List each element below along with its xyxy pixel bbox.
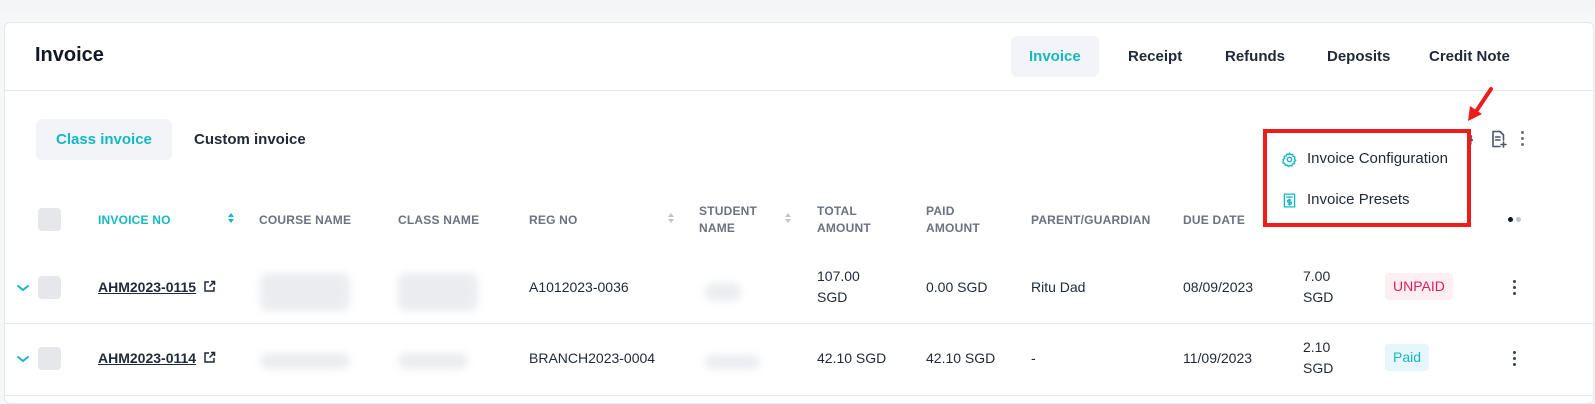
paid-amount-cell: 0.00 SGD	[926, 279, 988, 295]
balance-cell: 2.10 SGD	[1303, 339, 1334, 376]
due-date-cell: 08/09/2023	[1183, 279, 1254, 295]
row-actions-icon[interactable]	[1513, 280, 1517, 296]
column-due-date: DUE DATE	[1183, 213, 1246, 227]
balance-cell: 7.00 SGD	[1303, 268, 1334, 305]
sort-icon[interactable]	[667, 212, 675, 224]
student-name-redacted	[705, 283, 741, 301]
chevron-down-icon[interactable]	[16, 283, 30, 293]
external-link-icon[interactable]	[203, 351, 216, 364]
settings-dropdown: Invoice Configuration Invoice Presets	[1263, 129, 1471, 227]
sort-icon[interactable]	[227, 212, 235, 224]
invoice-no-cell[interactable]: AHM2023-0114	[98, 348, 216, 369]
total-amount-cell: 42.10 SGD	[817, 350, 887, 366]
external-link-icon[interactable]	[203, 280, 216, 293]
class-name-redacted	[398, 273, 478, 311]
more-vertical-icon[interactable]	[1521, 131, 1525, 147]
invoice-no-cell[interactable]: AHM2023-0115	[98, 277, 216, 298]
status-badge: UNPAID	[1385, 273, 1453, 300]
card-header: Invoice Invoice Receipt Refunds Deposits…	[5, 23, 1593, 91]
tab-deposits[interactable]: Deposits	[1309, 36, 1408, 77]
column-class-name: CLASS NAME	[398, 213, 480, 227]
paid-amount-cell: 42.10 SGD	[926, 350, 996, 366]
column-student-name[interactable]: STUDENT NAME	[699, 203, 759, 237]
due-date-cell: 11/09/2023	[1183, 350, 1253, 366]
course-name-redacted	[260, 273, 350, 311]
column-toggle-dots[interactable]	[1508, 217, 1524, 222]
subtab-custom-invoice[interactable]: Custom invoice	[174, 119, 326, 160]
column-parent-guardian: PARENT/GUARDIAN	[1031, 213, 1151, 227]
row-checkbox[interactable]	[38, 347, 61, 370]
add-document-icon[interactable]	[1488, 129, 1508, 149]
student-name-redacted	[705, 355, 760, 369]
course-name-redacted	[260, 353, 350, 369]
row-divider	[5, 323, 1593, 324]
tab-credit-note[interactable]: Credit Note	[1411, 36, 1528, 77]
invoice-preset-icon	[1283, 192, 1296, 208]
menu-item-invoice-presets[interactable]: Invoice Presets	[1281, 190, 1410, 210]
menu-item-invoice-configuration[interactable]: Invoice Configuration	[1281, 149, 1448, 169]
row-divider	[5, 395, 1593, 396]
sort-icon[interactable]	[784, 212, 792, 224]
reg-no-cell: A1012023-0036	[529, 279, 629, 295]
tab-invoice[interactable]: Invoice	[1011, 36, 1099, 77]
menu-item-label: Invoice Configuration	[1307, 150, 1448, 167]
top-band	[0, 0, 1595, 12]
class-name-redacted	[398, 353, 468, 369]
invoice-link[interactable]: AHM2023-0114	[98, 350, 196, 366]
parent-cell: Ritu Dad	[1031, 279, 1086, 295]
menu-item-label: Invoice Presets	[1307, 191, 1410, 208]
select-all-checkbox[interactable]	[38, 208, 61, 231]
column-course-name: COURSE NAME	[259, 213, 352, 227]
column-paid-amount: PAID AMOUNT	[926, 204, 980, 235]
status-badge: Paid	[1385, 344, 1430, 371]
tab-receipt[interactable]: Receipt	[1110, 36, 1200, 77]
column-invoice-no[interactable]: INVOICE NO	[98, 212, 171, 229]
column-reg-no[interactable]: REG NO	[529, 212, 578, 229]
column-total-amount: TOTAL AMOUNT	[817, 204, 871, 235]
parent-cell: -	[1031, 350, 1036, 366]
subtab-class-invoice[interactable]: Class invoice	[36, 119, 172, 160]
total-amount-cell: 107.00 SGD	[817, 268, 860, 305]
row-actions-icon[interactable]	[1513, 351, 1517, 367]
chevron-down-icon[interactable]	[16, 354, 30, 364]
gear-icon	[1282, 151, 1297, 167]
annotation-arrow-icon	[1468, 87, 1493, 121]
row-checkbox[interactable]	[38, 276, 61, 299]
tab-refunds[interactable]: Refunds	[1207, 36, 1303, 77]
reg-no-cell: BRANCH2023-0004	[529, 350, 656, 366]
page-title: Invoice	[35, 44, 104, 66]
invoice-link[interactable]: AHM2023-0115	[98, 279, 196, 295]
